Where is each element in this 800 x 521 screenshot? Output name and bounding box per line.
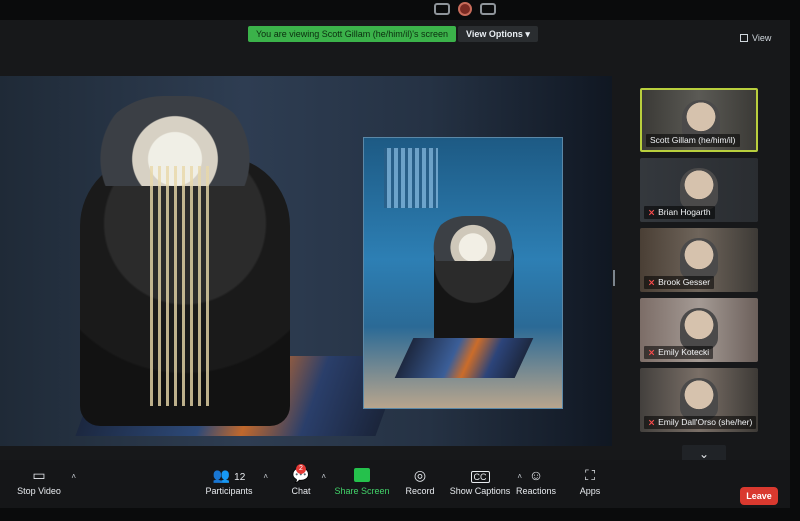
video-tile[interactable]: ⨯ Emily Dall'Orso (she/her) bbox=[640, 368, 758, 432]
viewing-banner: You are viewing Scott Gillam (he/him/il)… bbox=[248, 26, 456, 42]
share-screen-icon bbox=[334, 466, 390, 484]
view-button[interactable]: View bbox=[740, 33, 771, 43]
share-screen-label: Share Screen bbox=[334, 486, 390, 496]
video-camera-icon: ▭ bbox=[32, 467, 46, 483]
meeting-controls: ▭ Stop Video ˄ 👥 12 Participants ˄ 💬 2 Ch… bbox=[0, 460, 790, 508]
participant-name-text: Emily Kotecki bbox=[658, 347, 710, 357]
meeting-top-bar: You are viewing Scott Gillam (he/him/il)… bbox=[0, 20, 790, 50]
record-label: Record bbox=[405, 486, 435, 496]
reactions-button[interactable]: ☺ Reactions bbox=[516, 466, 556, 496]
record-button[interactable]: ◎ Record bbox=[402, 466, 438, 496]
view-options-label: View Options bbox=[466, 29, 523, 39]
chevron-up-icon[interactable]: ˄ bbox=[321, 472, 326, 481]
grid-view-icon bbox=[740, 34, 748, 42]
shared-photo-inset bbox=[363, 137, 563, 409]
participant-face bbox=[680, 238, 718, 280]
participant-face bbox=[680, 378, 718, 420]
zoom-window: You are viewing Scott Gillam (he/him/il)… bbox=[0, 20, 790, 508]
inset-blanket-rug bbox=[394, 338, 534, 378]
participant-name: ⨯ Emily Dall'Orso (she/her) bbox=[644, 416, 757, 429]
chevron-up-icon[interactable]: ˄ bbox=[71, 472, 76, 481]
captions-icon: CC bbox=[448, 466, 512, 484]
show-captions-label: Show Captions bbox=[449, 486, 511, 496]
window bbox=[384, 148, 438, 208]
stop-video-button[interactable]: ▭ Stop Video ˄ bbox=[12, 466, 76, 496]
participant-name-text: Brian Hogarth bbox=[658, 207, 711, 217]
camera-off-icon bbox=[434, 3, 450, 15]
participant-name-text: Brook Gesser bbox=[658, 277, 711, 287]
video-tile[interactable]: ⨯ Emily Kotecki bbox=[640, 298, 758, 362]
stop-video-label: Stop Video bbox=[17, 486, 61, 496]
chevron-down-icon: ⌄ bbox=[698, 447, 710, 461]
camera-icon bbox=[480, 3, 496, 15]
webcam-area bbox=[434, 2, 496, 16]
participant-name-text: Scott Gillam (he/him/il) bbox=[650, 135, 736, 145]
fringe-detail bbox=[150, 166, 210, 406]
video-gallery: Scott Gillam (he/him/il) ⨯ Brian Hogarth … bbox=[640, 88, 760, 498]
participant-name: ⨯ Brook Gesser bbox=[644, 276, 715, 289]
apps-icon: ⛶ bbox=[585, 467, 595, 483]
muted-mic-icon: ⨯ bbox=[648, 417, 656, 427]
video-tile[interactable]: ⨯ Brian Hogarth bbox=[640, 158, 758, 222]
share-screen-button[interactable]: Share Screen bbox=[334, 466, 390, 496]
apps-button[interactable]: ⛶ Apps bbox=[576, 466, 604, 496]
chat-bubble-icon: 💬 2 bbox=[292, 464, 310, 483]
reactions-icon: ☺ bbox=[528, 467, 544, 483]
chat-label: Chat bbox=[291, 486, 311, 496]
laptop-bezel: You are viewing Scott Gillam (he/him/il)… bbox=[0, 0, 800, 521]
people-icon: 👥 12 bbox=[212, 467, 246, 483]
muted-mic-icon: ⨯ bbox=[648, 277, 656, 287]
chat-badge: 2 bbox=[296, 464, 306, 474]
shared-screen bbox=[0, 76, 612, 446]
chevron-down-icon: ▾ bbox=[525, 29, 530, 39]
participant-name: ⨯ Emily Kotecki bbox=[644, 346, 714, 359]
video-tile[interactable]: Scott Gillam (he/him/il) bbox=[640, 88, 758, 152]
record-icon: ◎ bbox=[413, 467, 427, 483]
participant-name: ⨯ Brian Hogarth bbox=[644, 206, 715, 219]
view-label: View bbox=[752, 33, 772, 43]
participant-name-text: Emily Dall'Orso (she/her) bbox=[658, 417, 753, 427]
video-tile[interactable]: ⨯ Brook Gesser bbox=[640, 228, 758, 292]
split-divider-handle[interactable] bbox=[613, 270, 615, 286]
chat-button[interactable]: 💬 2 Chat ˄ bbox=[286, 464, 326, 496]
muted-mic-icon: ⨯ bbox=[648, 207, 656, 217]
inset-headdress bbox=[427, 216, 519, 261]
participants-count: 12 bbox=[234, 472, 246, 483]
chevron-up-icon[interactable]: ˄ bbox=[263, 472, 268, 481]
captions-icon-text: CC bbox=[470, 471, 490, 483]
leave-button[interactable]: Leave bbox=[740, 487, 778, 505]
apps-label: Apps bbox=[579, 486, 601, 496]
view-options-button[interactable]: View Options ▾ bbox=[458, 26, 538, 42]
participants-button[interactable]: 👥 12 Participants ˄ bbox=[200, 466, 268, 496]
participants-label: Participants bbox=[205, 486, 253, 496]
muted-mic-icon: ⨯ bbox=[648, 347, 656, 357]
participant-name: Scott Gillam (he/him/il) bbox=[646, 134, 740, 147]
participant-face bbox=[680, 168, 718, 210]
share-screen-glyph bbox=[354, 468, 370, 482]
participant-face bbox=[680, 308, 718, 350]
show-captions-button[interactable]: CC Show Captions ˄ bbox=[448, 466, 522, 496]
webcam-lens-icon bbox=[458, 2, 472, 16]
reactions-label: Reactions bbox=[516, 486, 557, 496]
